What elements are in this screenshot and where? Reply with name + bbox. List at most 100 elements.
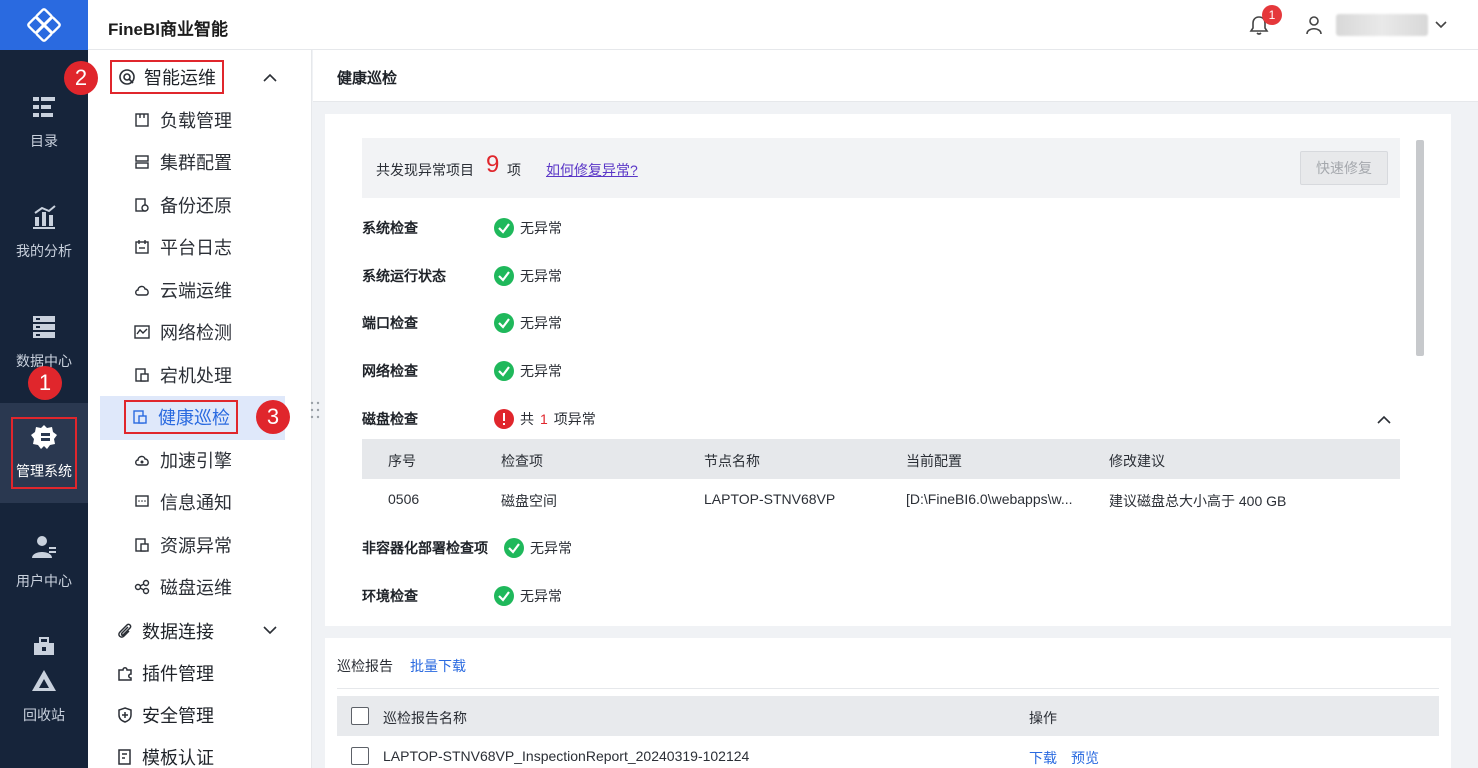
sidebar-item-downtime-handling[interactable]: 宕机处理 bbox=[134, 357, 232, 393]
rail-label: 回收站 bbox=[23, 707, 65, 723]
certificate-icon bbox=[118, 749, 131, 765]
sidebar-item-label: 资源异常 bbox=[160, 536, 232, 556]
sidebar-item-label: 加速引擎 bbox=[160, 451, 232, 471]
check-label: 系统运行状态 bbox=[362, 268, 446, 284]
sidebar-group-label: 智能运维 bbox=[144, 68, 216, 88]
sidebar-item-cluster-config[interactable]: 集群配置 bbox=[134, 144, 232, 180]
check-label: 端口检查 bbox=[362, 315, 418, 331]
sidebar-item-acceleration-engine[interactable]: 加速引擎 bbox=[134, 442, 232, 478]
download-link[interactable]: 下载 bbox=[1029, 748, 1057, 768]
quick-fix-button[interactable]: 快速修复 bbox=[1300, 151, 1388, 185]
check-circle-icon bbox=[494, 266, 514, 286]
sidebar-item-network-detection[interactable]: 网络检测 bbox=[134, 314, 232, 350]
sidebar-group-smart-ops[interactable]: 智能运维 bbox=[110, 60, 224, 94]
puzzle-icon bbox=[118, 667, 132, 681]
sidebar-group-data-connection[interactable]: 数据连接 bbox=[116, 614, 214, 648]
row-checkbox[interactable] bbox=[351, 747, 369, 765]
rail-label: 我的分析 bbox=[16, 243, 72, 259]
sidebar-group-label: 插件管理 bbox=[142, 664, 214, 684]
check-circle-icon bbox=[494, 361, 514, 381]
sidebar-item-cloud-ops[interactable]: 云端运维 bbox=[134, 272, 232, 308]
sidebar-item-resource-anomaly[interactable]: 资源异常 bbox=[134, 527, 232, 563]
report-table-row: LAPTOP-STNV68VP_InspectionReport_2024031… bbox=[337, 736, 1439, 768]
recycle-triangle-icon bbox=[32, 670, 56, 691]
catalog-icon bbox=[33, 97, 55, 117]
column-header: 巡检报告名称 bbox=[383, 710, 467, 726]
check-row-disk: 磁盘检查 共 1 项异常 bbox=[362, 407, 596, 431]
sidebar-item-label: 宕机处理 bbox=[160, 366, 232, 386]
sidebar-group-template-cert[interactable]: 模板认证 bbox=[116, 740, 214, 768]
sidebar-group-plugins[interactable]: 插件管理 bbox=[116, 656, 214, 690]
select-all-checkbox[interactable] bbox=[351, 707, 369, 725]
rail-label: 用户中心 bbox=[16, 573, 72, 589]
check-label: 非容器化部署检查项 bbox=[362, 540, 488, 556]
check-row-runtime: 系统运行状态 无异常 bbox=[362, 264, 562, 288]
user-name-blurred[interactable] bbox=[1336, 14, 1428, 36]
sidebar-item-notifications[interactable]: 信息通知 bbox=[134, 484, 232, 520]
scrollbar-thumb[interactable] bbox=[1416, 140, 1424, 356]
check-status: 无异常 bbox=[494, 586, 562, 606]
sidebar-item-load-management[interactable]: 负载管理 bbox=[134, 102, 232, 138]
table-cell: [D:\FineBI6.0\webapps\w... bbox=[906, 491, 1073, 507]
rail-label: 管理系统 bbox=[16, 463, 72, 479]
rail-item-user-center[interactable]: 用户中心 bbox=[0, 512, 88, 612]
column-header: 修改建议 bbox=[1109, 453, 1165, 469]
sidebar-item-label: 集群配置 bbox=[160, 153, 232, 173]
sidebar-item-label: 云端运维 bbox=[160, 281, 232, 301]
calendar-icon bbox=[135, 240, 149, 254]
check-row-environment: 环境检查 无异常 bbox=[362, 584, 562, 608]
check-row-port: 端口检查 无异常 bbox=[362, 311, 562, 335]
check-status: 无异常 bbox=[494, 313, 562, 333]
how-to-fix-link[interactable]: 如何修复异常? bbox=[546, 160, 638, 180]
sidebar-item-label: 健康巡检 bbox=[158, 408, 230, 428]
app-logo[interactable] bbox=[0, 0, 88, 50]
table-header: 序号 检查项 节点名称 当前配置 修改建议 bbox=[362, 439, 1400, 479]
table-cell: 0506 bbox=[388, 491, 420, 507]
sidebar-item-health-inspection[interactable]: 健康巡检 bbox=[124, 399, 238, 435]
check-label: 环境检查 bbox=[362, 588, 418, 604]
rail-item-admin-system[interactable]: 管理系统 bbox=[0, 403, 88, 503]
chevron-down-icon[interactable] bbox=[1434, 18, 1448, 32]
disk-error-count: 1 bbox=[540, 411, 548, 427]
report-name: LAPTOP-STNV68VP_InspectionReport_2024031… bbox=[383, 748, 750, 764]
chevron-down-icon[interactable] bbox=[262, 622, 278, 638]
inspection-report-section: 巡检报告 批量下载 巡检报告名称 操作 LAPTOP-STNV68VP_Insp… bbox=[325, 638, 1451, 768]
check-status-text: 无异常 bbox=[530, 540, 572, 556]
sidebar-item-backup-restore[interactable]: 备份还原 bbox=[134, 187, 232, 223]
paperclip-icon bbox=[118, 623, 132, 638]
check-status: 共 1 项异常 bbox=[494, 409, 596, 429]
sidebar-item-platform-logs[interactable]: 平台日志 bbox=[134, 229, 232, 265]
check-status-text: 无异常 bbox=[520, 268, 562, 284]
batch-download-link[interactable]: 批量下载 bbox=[410, 656, 466, 676]
rail-item-my-analysis[interactable]: 我的分析 bbox=[0, 182, 88, 282]
user-avatar-icon[interactable] bbox=[1304, 15, 1324, 35]
preview-link[interactable]: 预览 bbox=[1071, 748, 1099, 768]
disk-status-prefix: 共 bbox=[520, 411, 534, 427]
notification-badge: 1 bbox=[1262, 5, 1282, 25]
sidebar-group-security[interactable]: 安全管理 bbox=[116, 698, 214, 732]
check-row-network: 网络检查 无异常 bbox=[362, 359, 562, 383]
sidebar-item-label: 备份还原 bbox=[160, 196, 232, 216]
chevron-up-icon[interactable] bbox=[1376, 412, 1392, 428]
rail-item-recycle-bin[interactable]: 回收站 bbox=[0, 620, 88, 740]
ops-shield-icon bbox=[119, 69, 135, 85]
step-marker-1: 1 bbox=[28, 366, 62, 400]
sidebar-group-label: 模板认证 bbox=[142, 748, 214, 768]
check-status: 无异常 bbox=[494, 266, 562, 286]
table-row: 0506 磁盘空间 LAPTOP-STNV68VP [D:\FineBI6.0\… bbox=[362, 479, 1400, 519]
disk-anomaly-table: 序号 检查项 节点名称 当前配置 修改建议 0506 磁盘空间 LAPTOP-S… bbox=[362, 439, 1400, 519]
check-status: 无异常 bbox=[504, 538, 572, 558]
column-header: 节点名称 bbox=[704, 453, 760, 469]
chevron-up-icon[interactable] bbox=[262, 70, 278, 86]
sidebar-item-disk-ops[interactable]: 磁盘运维 bbox=[134, 569, 232, 605]
report-title: 巡检报告 bbox=[337, 658, 393, 674]
resize-handle-icon[interactable] bbox=[309, 398, 321, 422]
data-center-icon bbox=[33, 316, 55, 338]
check-status-text: 无异常 bbox=[520, 363, 562, 379]
disk-status-suffix: 项异常 bbox=[553, 411, 596, 427]
step-marker-2: 2 bbox=[64, 61, 98, 95]
divider bbox=[337, 688, 1439, 689]
summary-prefix: 共发现异常项目 bbox=[376, 162, 474, 178]
check-label: 系统检查 bbox=[362, 220, 418, 236]
anomaly-summary: 共发现异常项目 9 项 如何修复异常? 快速修复 bbox=[362, 138, 1400, 198]
